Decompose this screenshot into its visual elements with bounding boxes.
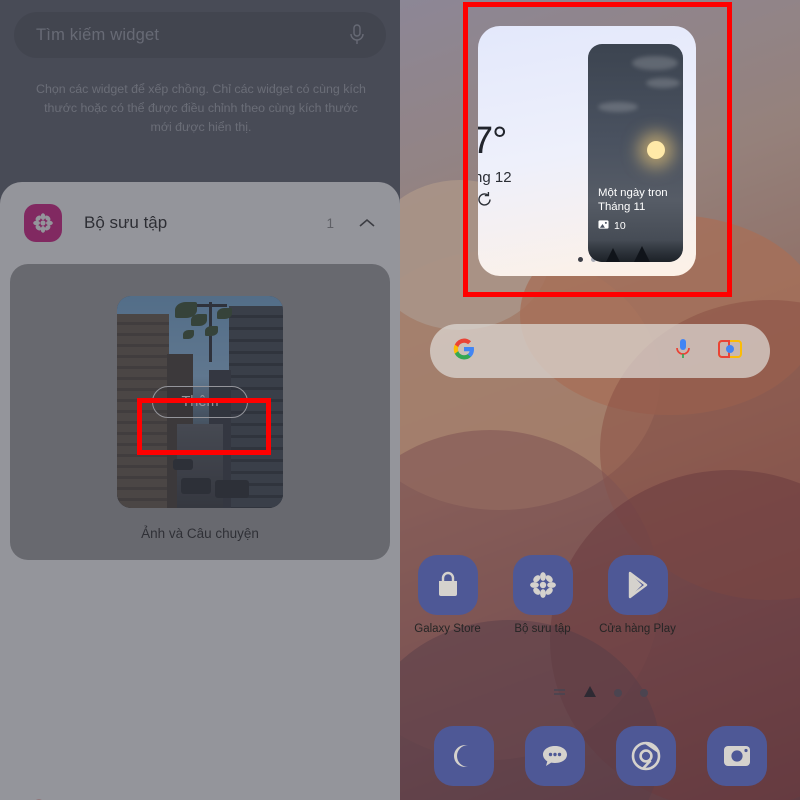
app-gallery[interactable]: Bộ sưu tập	[495, 555, 590, 635]
home-app-row: Galaxy Store Bộ sưu tập Cửa hàng Play	[400, 555, 800, 635]
refresh-icon[interactable]	[478, 191, 493, 213]
home-page-icon[interactable]	[583, 684, 596, 702]
photo-widget-meta: 10	[598, 219, 626, 233]
home-dock	[400, 726, 800, 786]
galaxy-store-icon	[417, 555, 478, 615]
app-label: Cửa hàng Play	[599, 623, 676, 635]
page-dot-active	[578, 257, 583, 262]
app-label: Bộ sưu tập	[514, 623, 571, 635]
google-lens-camera-icon[interactable]	[718, 338, 742, 365]
play-store-icon	[607, 555, 668, 615]
gallery-flower-icon	[24, 204, 62, 242]
app-play-store[interactable]: Cửa hàng Play	[590, 555, 685, 635]
microphone-icon[interactable]	[340, 24, 374, 46]
photo-story-widget[interactable]: Một ngày tron Tháng 11 10	[588, 44, 683, 262]
app-galaxy-store[interactable]: Galaxy Store	[400, 555, 495, 635]
weather-date: ng 12	[478, 169, 512, 186]
photo-widget-title: Một ngày tron Tháng 11	[598, 187, 668, 213]
widget-search-input[interactable]: Tìm kiếm widget	[36, 26, 340, 45]
sun-glow	[647, 141, 665, 159]
app-row-chrome[interactable]: Chrome 2	[0, 782, 400, 800]
photo-count: 10	[614, 220, 626, 232]
page-dot-4[interactable]	[639, 689, 648, 697]
phone-icon[interactable]	[433, 726, 494, 786]
add-button[interactable]: Thêm	[152, 386, 248, 418]
widget-list-sheet: Bộ sưu tập 1 Thêm Ảnh và Câu chuyện	[0, 182, 400, 800]
messages-icon[interactable]	[524, 726, 585, 786]
camera-icon[interactable]	[706, 726, 767, 786]
widget-preview-caption: Ảnh và Câu chuyện	[141, 526, 259, 541]
chevron-up-icon[interactable]	[356, 212, 378, 234]
widget-preview-panel: Thêm Ảnh và Câu chuyện	[10, 264, 390, 560]
home-page-indicator	[400, 684, 800, 702]
photo-icon	[598, 219, 609, 233]
gallery-flower-icon	[512, 555, 573, 615]
right-phone-home-screen: 7° ng 12 Một ngày tron Tháng 11 10	[400, 0, 800, 800]
google-search-bar[interactable]	[430, 324, 770, 378]
screenshot-root: Tìm kiếm widget Chọn các widget để xếp c…	[0, 0, 800, 800]
widget-stack[interactable]: 7° ng 12 Một ngày tron Tháng 11 10	[460, 12, 714, 284]
collection-section-header[interactable]: Bộ sưu tập 1	[0, 182, 400, 264]
app-widget-list: Chrome 2	[0, 782, 400, 800]
widget-search-bar[interactable]: Tìm kiếm widget	[14, 12, 386, 58]
app-label: Galaxy Store	[414, 623, 481, 635]
chrome-icon[interactable]	[615, 726, 676, 786]
page-dot-3[interactable]	[613, 689, 622, 697]
microphone-icon[interactable]	[674, 337, 692, 366]
widget-stack-helper-text: Chọn các widget để xếp chồng. Chỉ các wi…	[36, 82, 366, 134]
collection-widget-count: 1	[326, 215, 334, 231]
photo-widget-preview[interactable]: Thêm	[117, 296, 283, 508]
weather-temperature: 7°	[478, 120, 507, 162]
collection-section-label: Bộ sưu tập	[84, 213, 168, 232]
left-phone-widget-picker: Tìm kiếm widget Chọn các widget để xếp c…	[0, 0, 400, 800]
widgets-page-icon[interactable]	[553, 684, 566, 702]
google-g-icon	[452, 337, 476, 366]
